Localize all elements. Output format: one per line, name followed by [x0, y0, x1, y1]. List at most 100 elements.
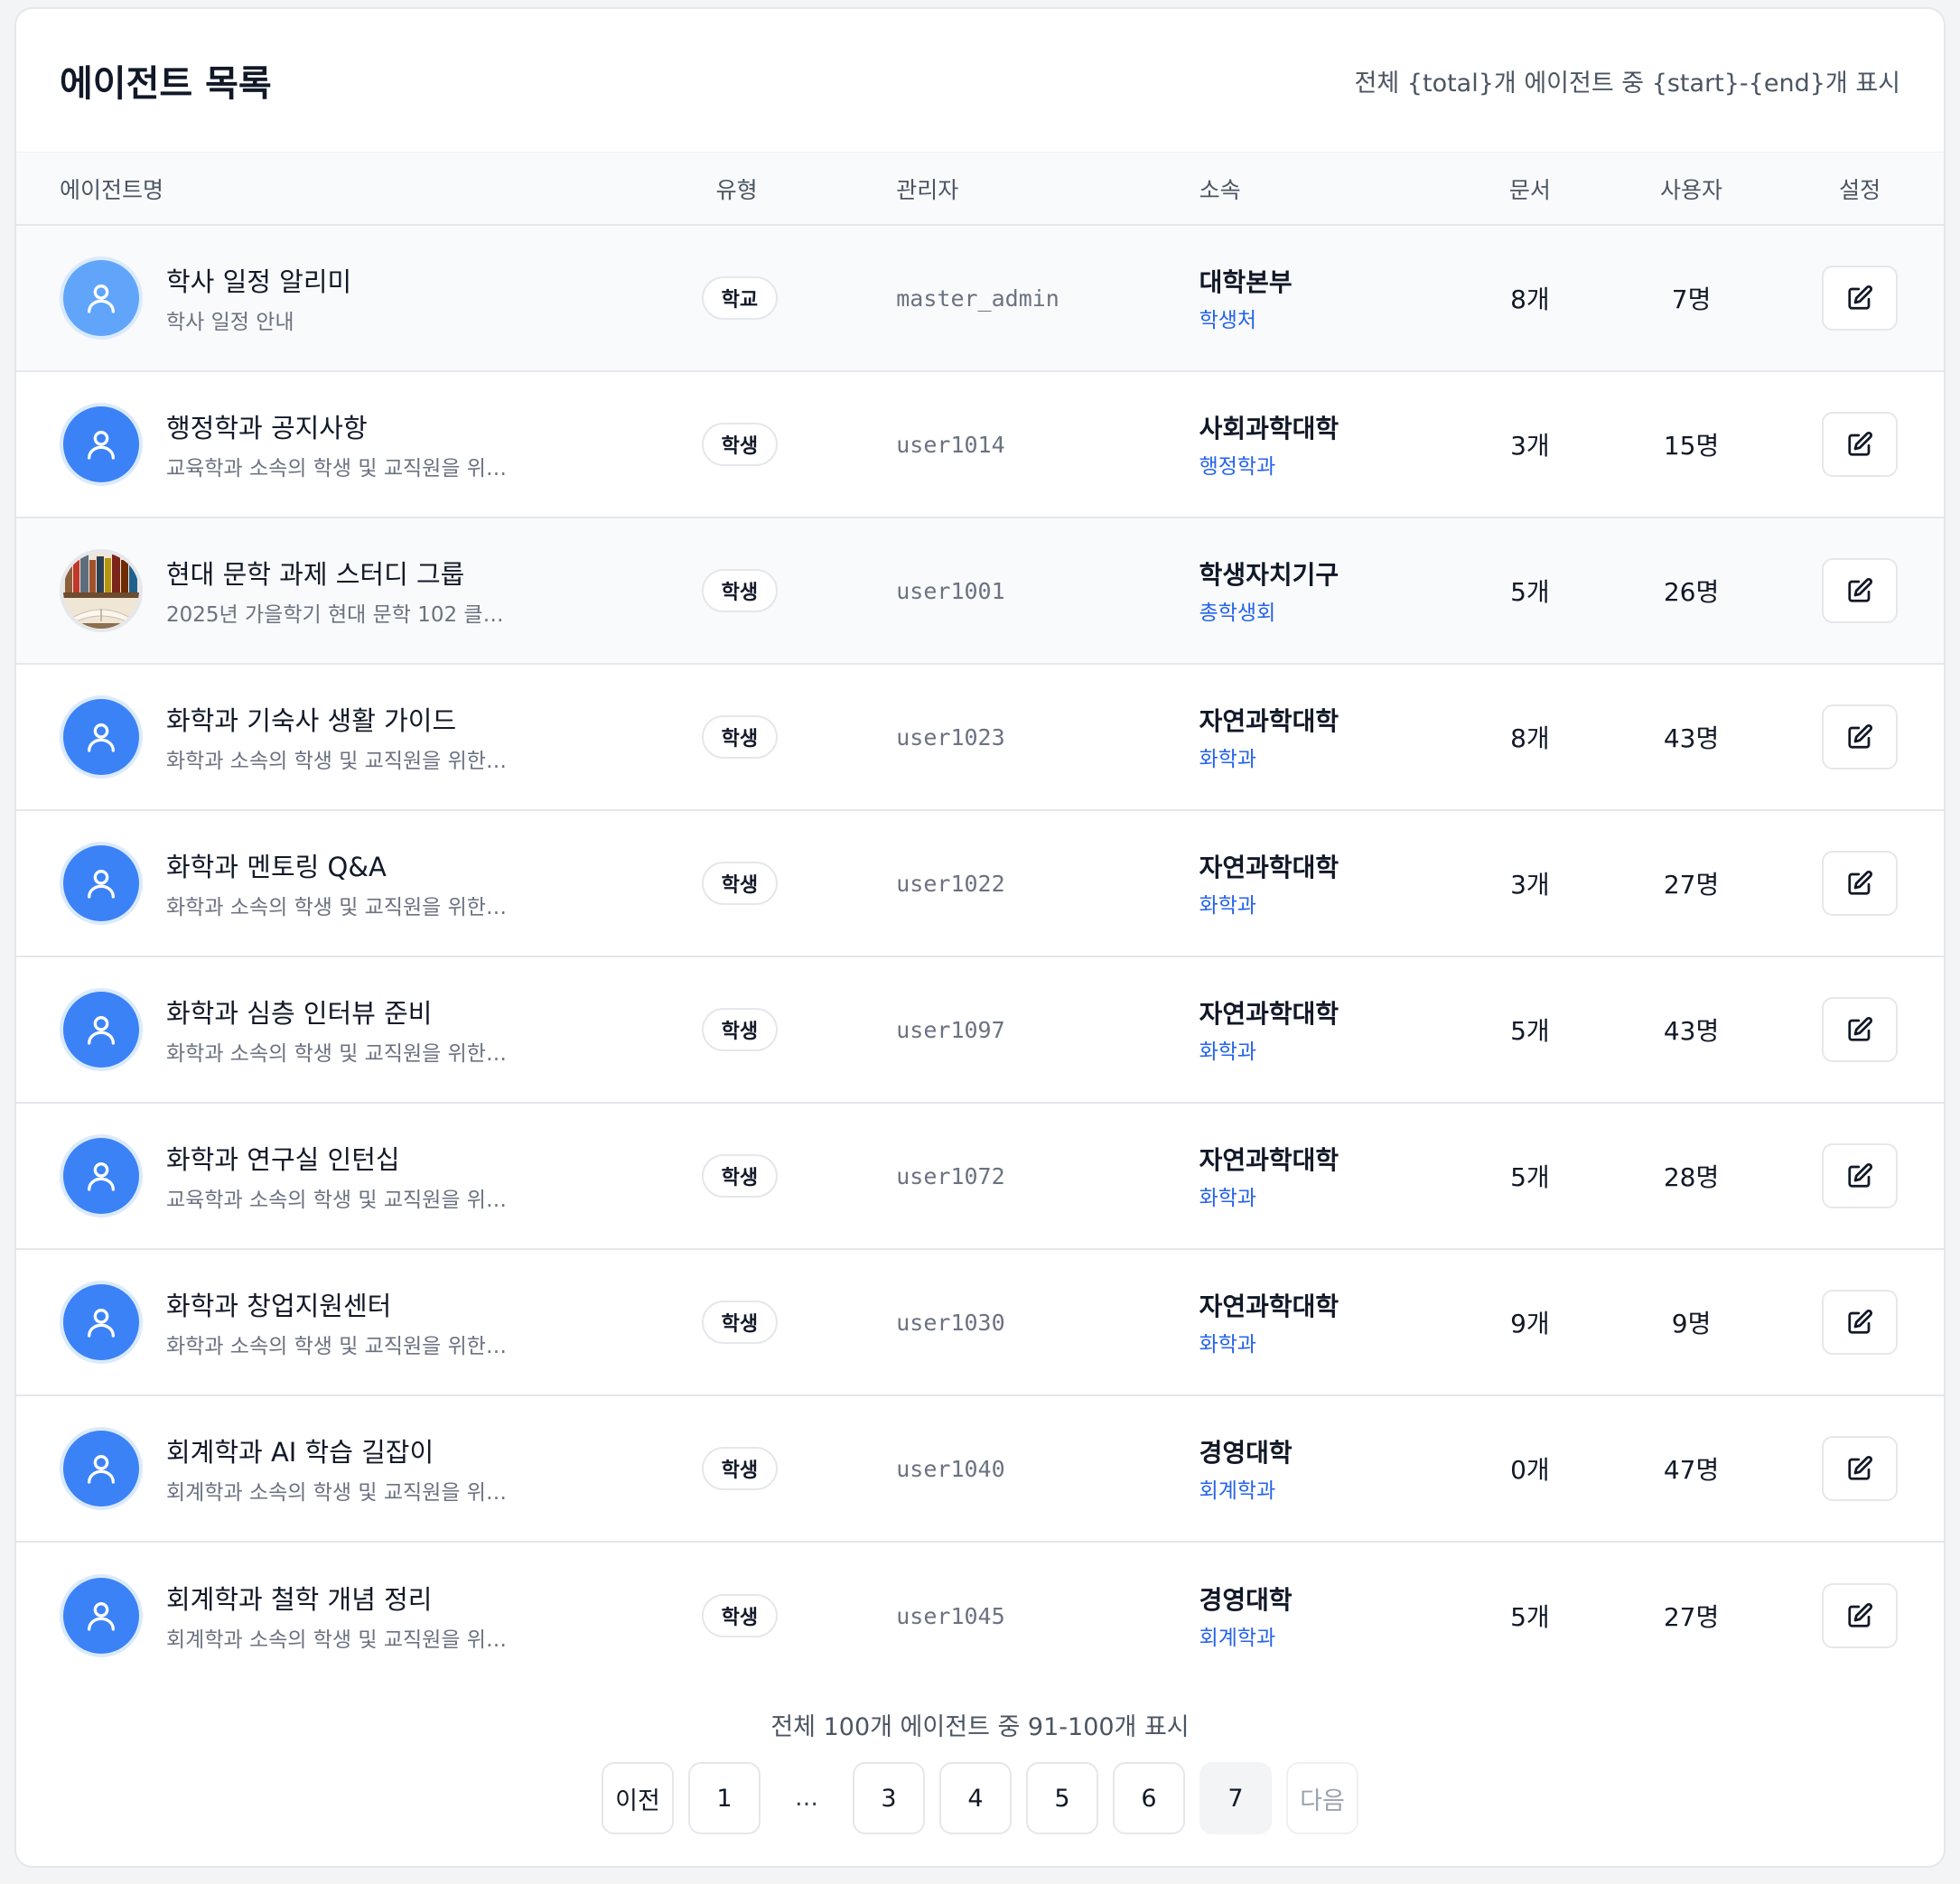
column-header-type: 유형 — [715, 176, 758, 203]
documents-count: 5개 — [1510, 577, 1550, 607]
documents-cell: 5개 — [1453, 1598, 1607, 1634]
agent-title[interactable]: 화학과 연구실 인턴십 — [166, 1139, 527, 1177]
affiliation-college: 학생자치기구 — [1199, 560, 1339, 590]
documents-cell: 5개 — [1453, 1012, 1607, 1048]
manager-cell: user1023 — [896, 724, 1199, 751]
edit-button[interactable] — [1822, 1583, 1899, 1648]
table-row[interactable]: 화학과 기숙사 생활 가이드 화학과 소속의 학생 및 교직원을 위한… 학생 … — [16, 665, 1944, 811]
table-body: 학사 일정 알리미 학사 일정 안내 학교 master_admin 대학본부 … — [16, 226, 1944, 1689]
column-header-name: 에이전트명 — [60, 176, 164, 203]
page-button[interactable]: 3 — [853, 1762, 925, 1834]
agent-title[interactable]: 화학과 멘토링 Q&A — [166, 846, 527, 884]
page-button[interactable]: 4 — [939, 1762, 1012, 1834]
affiliation-department: 회계학과 — [1199, 1479, 1276, 1503]
affiliation-department: 화학과 — [1199, 1040, 1257, 1064]
edit-button[interactable] — [1822, 851, 1899, 916]
column-header-manager: 관리자 — [896, 176, 959, 203]
table-row[interactable]: 학사 일정 알리미 학사 일정 안내 학교 master_admin 대학본부 … — [16, 226, 1944, 372]
documents-cell: 5개 — [1453, 1158, 1607, 1194]
edit-button[interactable] — [1822, 1143, 1899, 1208]
affiliation-college: 경영대학 — [1199, 1438, 1293, 1468]
table-row[interactable]: 회계학과 AI 학습 길잡이 회계학과 소속의 학생 및 교직원을 위… 학생 … — [16, 1396, 1944, 1543]
table-row[interactable]: 화학과 창업지원센터 화학과 소속의 학생 및 교직원을 위한… 학생 user… — [16, 1250, 1944, 1396]
agent-title[interactable]: 회계학과 철학 개념 정리 — [166, 1579, 527, 1617]
agent-name-block: 화학과 기숙사 생활 가이드 화학과 소속의 학생 및 교직원을 위한… — [166, 700, 527, 774]
agent-name-block: 화학과 창업지원센터 화학과 소속의 학생 및 교직원을 위한… — [166, 1285, 527, 1359]
settings-cell — [1776, 266, 1944, 331]
edit-icon — [1846, 431, 1873, 458]
agent-name-cell: 화학과 심층 인터뷰 준비 화학과 소속의 학생 및 교직원을 위한… — [16, 988, 702, 1071]
documents-cell: 3개 — [1453, 426, 1607, 462]
column-header-affiliation: 소속 — [1199, 176, 1241, 203]
edit-button[interactable] — [1822, 1436, 1899, 1501]
users-cell: 27명 — [1607, 865, 1777, 901]
table-row[interactable]: 행정학과 공지사항 교육학과 소속의 학생 및 교직원을 위… 학생 user1… — [16, 372, 1944, 518]
manager-cell: user1022 — [896, 871, 1199, 897]
avatar — [60, 695, 143, 779]
user-icon — [83, 719, 119, 755]
edit-button[interactable] — [1822, 558, 1899, 623]
list-summary-top: 전체 {total}개 에이전트 중 {start}-{end}개 표시 — [1354, 69, 1900, 98]
agent-description: 회계학과 소속의 학생 및 교직원을 위… — [166, 1628, 507, 1652]
next-page-button[interactable]: 다음 — [1286, 1762, 1358, 1834]
avatar — [60, 1427, 143, 1510]
edit-icon — [1846, 1602, 1873, 1629]
users-count: 27명 — [1663, 1602, 1720, 1632]
agent-name-block: 행정학과 공지사항 교육학과 소속의 학생 및 교직원을 위… — [166, 407, 527, 481]
agent-type-cell: 학생 — [701, 1447, 897, 1490]
agent-title[interactable]: 화학과 기숙사 생활 가이드 — [166, 700, 527, 738]
manager-id: user1023 — [896, 723, 1005, 751]
page-button[interactable]: 5 — [1026, 1762, 1098, 1834]
type-badge: 학교 — [701, 276, 779, 320]
agent-title[interactable]: 현대 문학 과제 스터디 그룹 — [166, 554, 527, 592]
table-row[interactable]: 화학과 멘토링 Q&A 화학과 소속의 학생 및 교직원을 위한… 학생 use… — [16, 811, 1944, 957]
page-button[interactable]: 7 — [1199, 1762, 1272, 1834]
manager-cell: user1072 — [896, 1163, 1199, 1189]
agent-title[interactable]: 학사 일정 알리미 — [166, 261, 527, 299]
page-button[interactable]: 1 — [688, 1762, 761, 1834]
affiliation-department: 화학과 — [1199, 748, 1257, 771]
type-badge: 학생 — [701, 423, 779, 466]
user-icon — [83, 426, 119, 462]
prev-page-button[interactable]: 이전 — [602, 1762, 674, 1834]
agent-name-cell: 현대 문학 과제 스터디 그룹 2025년 가을학기 현대 문학 102 클… — [16, 549, 702, 632]
agent-description: 화학과 소속의 학생 및 교직원을 위한… — [166, 1042, 507, 1066]
affiliation-college: 사회과학대학 — [1199, 414, 1339, 443]
type-badge: 학생 — [701, 1301, 779, 1344]
avatar — [60, 256, 143, 340]
edit-button[interactable] — [1822, 412, 1899, 477]
agent-name-cell: 화학과 멘토링 Q&A 화학과 소속의 학생 및 교직원을 위한… — [16, 842, 702, 925]
documents-cell: 0개 — [1453, 1450, 1607, 1487]
table-row[interactable]: 화학과 심층 인터뷰 준비 화학과 소속의 학생 및 교직원을 위한… 학생 u… — [16, 957, 1944, 1104]
edit-button[interactable] — [1822, 266, 1899, 331]
agent-list-card: 에이전트 목록 전체 {total}개 에이전트 중 {start}-{end}… — [14, 7, 1946, 1868]
table-row[interactable]: 화학과 연구실 인턴십 교육학과 소속의 학생 및 교직원을 위… 학생 use… — [16, 1104, 1944, 1250]
users-count: 43명 — [1663, 1016, 1720, 1046]
agent-type-cell: 학생 — [701, 1154, 897, 1198]
table-row[interactable]: 현대 문학 과제 스터디 그룹 2025년 가을학기 현대 문학 102 클… … — [16, 518, 1944, 665]
table-row[interactable]: 회계학과 철학 개념 정리 회계학과 소속의 학생 및 교직원을 위… 학생 u… — [16, 1543, 1944, 1689]
user-icon — [83, 1304, 119, 1340]
agent-name-block: 화학과 멘토링 Q&A 화학과 소속의 학생 및 교직원을 위한… — [166, 846, 527, 920]
manager-cell: user1040 — [896, 1456, 1199, 1482]
pagination-footer: 전체 100개 에이전트 중 91-100개 표시 이전 1 … 3 4 5 6 7 다음 — [16, 1707, 1944, 1834]
edit-button[interactable] — [1822, 1290, 1899, 1355]
agent-title[interactable]: 행정학과 공지사항 — [166, 407, 527, 445]
documents-count: 5개 — [1510, 1016, 1550, 1046]
agent-title[interactable]: 화학과 창업지원센터 — [166, 1285, 527, 1323]
agent-title[interactable]: 화학과 심층 인터뷰 준비 — [166, 993, 527, 1031]
settings-cell — [1776, 1143, 1944, 1208]
affiliation-cell: 경영대학 회계학과 — [1199, 1433, 1453, 1504]
user-icon — [83, 1598, 119, 1634]
manager-id: user1045 — [896, 1602, 1005, 1629]
edit-button[interactable] — [1822, 704, 1899, 769]
edit-icon — [1846, 723, 1873, 751]
affiliation-cell: 경영대학 회계학과 — [1199, 1581, 1453, 1651]
edit-button[interactable] — [1822, 997, 1899, 1062]
avatar — [60, 1281, 143, 1364]
affiliation-cell: 학생자치기구 총학생회 — [1199, 555, 1453, 626]
type-badge: 학생 — [701, 1154, 779, 1198]
manager-id: user1072 — [896, 1162, 1005, 1189]
page-button[interactable]: 6 — [1113, 1762, 1185, 1834]
agent-title[interactable]: 회계학과 AI 학습 길잡이 — [166, 1432, 527, 1469]
